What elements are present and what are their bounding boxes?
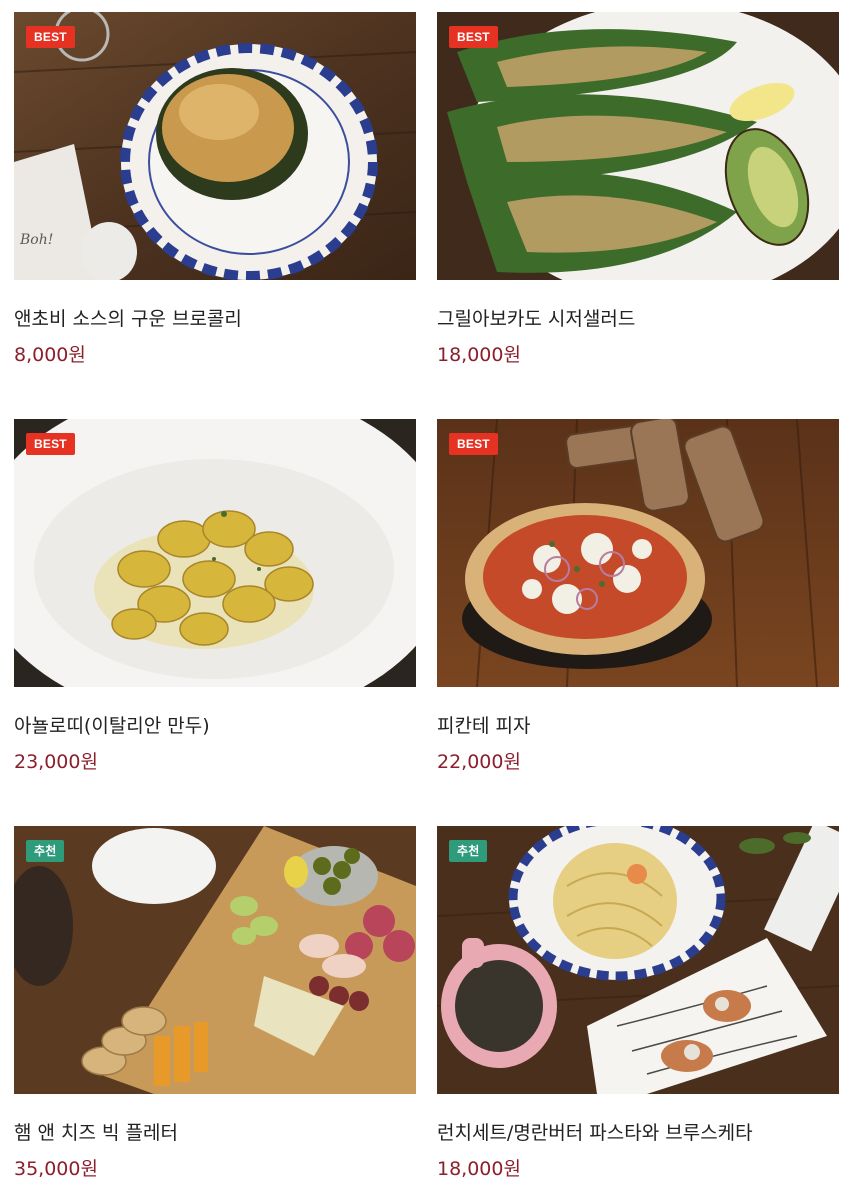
- recommend-badge: 추천: [449, 840, 488, 862]
- best-badge: BEST: [26, 26, 75, 48]
- menu-card-agnolotti[interactable]: BEST 아뇰로띠(이탈리안 만두) 23,000원: [14, 419, 416, 789]
- menu-card-piccante-pizza[interactable]: BEST 피칸테 피자 22,000원: [437, 419, 839, 789]
- food-photo[interactable]: 추천: [14, 826, 416, 1094]
- menu-card-baked-broccoli[interactable]: Boh! BEST 앤초비 소스의 구운 브로콜리 8,000원: [14, 12, 416, 382]
- menu-item-price: 18,000원: [437, 1158, 521, 1180]
- menu-item-price: 8,000원: [14, 344, 86, 366]
- menu-item-name[interactable]: 앤초비 소스의 구운 브로콜리: [14, 304, 242, 331]
- svg-text:Boh!: Boh!: [19, 232, 53, 248]
- food-photo[interactable]: BEST: [437, 419, 839, 687]
- menu-item-price: 35,000원: [14, 1158, 98, 1180]
- platter-photo-illustration: [14, 826, 416, 1094]
- menu-item-name[interactable]: 그릴아보카도 시저샐러드: [437, 304, 635, 331]
- food-photo[interactable]: BEST: [14, 419, 416, 687]
- food-photo[interactable]: Boh! BEST: [14, 12, 416, 280]
- menu-item-price: 18,000원: [437, 344, 521, 366]
- best-badge: BEST: [449, 26, 498, 48]
- food-photo[interactable]: BEST: [437, 12, 839, 280]
- menu-card-pasta-bruschetta-set[interactable]: 추천 런치세트/명란버터 파스타와 브루스케타 18,000원: [437, 826, 839, 1196]
- food-photo[interactable]: 추천: [437, 826, 839, 1094]
- menu-item-price: 22,000원: [437, 751, 521, 773]
- salad-photo-illustration: [437, 12, 839, 280]
- menu-card-caesar-salad[interactable]: BEST 그릴아보카도 시저샐러드 18,000원: [437, 12, 839, 382]
- menu-item-name[interactable]: 피칸테 피자: [437, 711, 530, 738]
- menu-card-ham-cheese-platter[interactable]: 추천 햄 앤 치즈 빅 플레터 35,000원: [14, 826, 416, 1196]
- recommend-badge: 추천: [26, 840, 65, 862]
- pizza-photo-illustration: [437, 419, 839, 687]
- menu-item-name[interactable]: 아뇰로띠(이탈리안 만두): [14, 711, 210, 738]
- menu-item-name[interactable]: 런치세트/명란버터 파스타와 브루스케타: [437, 1118, 753, 1145]
- broccoli-photo-illustration: Boh!: [14, 12, 416, 280]
- menu-item-name[interactable]: 햄 앤 치즈 빅 플레터: [14, 1118, 178, 1145]
- best-badge: BEST: [449, 433, 498, 455]
- menu-item-price: 23,000원: [14, 751, 98, 773]
- pasta-set-photo-illustration: [437, 826, 839, 1094]
- best-badge: BEST: [26, 433, 75, 455]
- menu-grid: Boh! BEST 앤초비 소스의 구운 브로콜리 8,000원 BEST 그릴…: [0, 0, 850, 1194]
- agnolotti-photo-illustration: [14, 419, 416, 687]
